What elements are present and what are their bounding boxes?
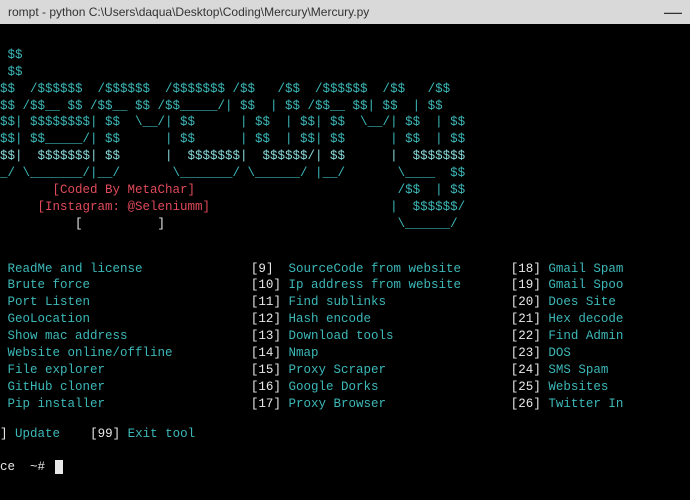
ascii-art-line: $$ /$$$$$$ /$$$$$$ /$$$$$$$ /$$ /$$ /$$$… (0, 82, 450, 96)
menu-columns: ReadMe and license Brute force Port List… (0, 251, 690, 413)
menu-item[interactable]: [21] Hex decode (511, 311, 690, 328)
ascii-art-line: $$ (0, 65, 23, 79)
ascii-art-tail: \______/ (165, 217, 458, 231)
menu-item[interactable]: GitHub cloner (0, 379, 251, 396)
menu-item[interactable]: [20] Does Site (511, 294, 690, 311)
update-option[interactable]: Update (15, 427, 60, 441)
menu-col-3: [18] Gmail Spam [19] Gmail Spoo [20] Doe… (511, 261, 690, 413)
window-titlebar: rompt - python C:\Users\daqua\Desktop\Co… (0, 0, 690, 24)
menu-item[interactable]: Show mac address (0, 328, 251, 345)
menu-item[interactable]: Brute force (0, 277, 251, 294)
prompt-text: ce ~# (0, 460, 53, 474)
exit-option[interactable]: Exit tool (128, 427, 196, 441)
ascii-art-line: $$ (0, 48, 23, 62)
terminal-output: $$ $$ $$ /$$$$$$ /$$$$$$ /$$$$$$$ /$$ /$… (0, 24, 690, 233)
menu-col-1: ReadMe and license Brute force Port List… (0, 261, 251, 413)
credit-instagram: [Instagram: @Seleniumm] (0, 200, 210, 214)
menu-item[interactable]: Port Listen (0, 294, 251, 311)
minimize-button[interactable]: — (664, 2, 682, 22)
ascii-art-line: _/ \_______/|__/ \_______/ \______/ |__/… (0, 166, 465, 180)
window-title: rompt - python C:\Users\daqua\Desktop\Co… (8, 2, 369, 22)
menu-item[interactable]: ReadMe and license (0, 261, 251, 278)
menu-item[interactable]: [16] Google Dorks (251, 379, 511, 396)
menu-item[interactable]: [23] DOS (511, 345, 690, 362)
bracket-empty: [ ] (0, 217, 165, 231)
footer-options: ] Update [99] Exit tool (0, 412, 690, 443)
menu-item[interactable]: File explorer (0, 362, 251, 379)
menu-item[interactable]: [14] Nmap (251, 345, 511, 362)
menu-item[interactable]: [18] Gmail Spam (511, 261, 690, 278)
ascii-art-line: $$| $$$$$$$| $$ | $$$$$$$| $$$$$$/| $$ |… (0, 149, 465, 163)
ascii-art-line: $$| $$_____/| $$ | $$ | $$ | $$| $$ | $$… (0, 132, 465, 146)
menu-item[interactable]: [11] Find sublinks (251, 294, 511, 311)
menu-item[interactable]: [19] Gmail Spoo (511, 277, 690, 294)
menu-item[interactable]: [12] Hash encode (251, 311, 511, 328)
menu-item[interactable]: Website online/offline (0, 345, 251, 362)
menu-item[interactable]: [9] SourceCode from website (251, 261, 511, 278)
ascii-art-line: $$ /$$__ $$ /$$__ $$ /$$_____/| $$ | $$ … (0, 99, 443, 113)
menu-item[interactable]: Pip installer (0, 396, 251, 413)
menu-item[interactable]: [13] Download tools (251, 328, 511, 345)
menu-item[interactable]: [10] Ip address from website (251, 277, 511, 294)
menu-item[interactable]: [15] Proxy Scraper (251, 362, 511, 379)
prompt[interactable]: ce ~# (0, 443, 690, 476)
cursor (55, 460, 63, 474)
ascii-art-tail: | $$$$$$/ (210, 200, 465, 214)
menu-item[interactable]: GeoLocation (0, 311, 251, 328)
menu-item[interactable]: [24] SMS Spam (511, 362, 690, 379)
ascii-art-tail: /$$ | $$ (195, 183, 465, 197)
menu-item[interactable]: [22] Find Admin (511, 328, 690, 345)
menu-item[interactable]: [26] Twitter In (511, 396, 690, 413)
menu-item[interactable]: [17] Proxy Browser (251, 396, 511, 413)
menu-item[interactable]: [25] Websites (511, 379, 690, 396)
bracket: ] (0, 427, 8, 441)
credit-coded-by: [Coded By MetaChar] (0, 183, 195, 197)
menu-col-2: [9] SourceCode from website [10] Ip addr… (251, 261, 511, 413)
ascii-art-line: $$| $$$$$$$$| $$ \__/| $$ | $$ | $$| $$ … (0, 115, 465, 129)
